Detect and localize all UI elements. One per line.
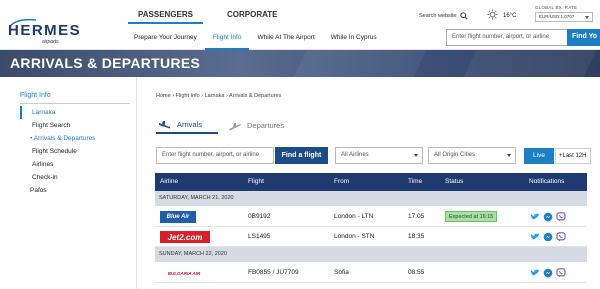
twitter-icon[interactable] (530, 212, 540, 222)
airline-select[interactable]: All Airlines (335, 147, 423, 164)
sun-cloud-icon (487, 9, 498, 20)
table-row[interactable]: Blue Air 0B9192 London - LTN 17:05 Expec… (155, 207, 587, 227)
subnav-cyprus[interactable]: While In Cyprus (323, 29, 385, 50)
col-time: Time (408, 178, 423, 185)
twitter-icon[interactable] (530, 268, 540, 278)
top-bar: HERMES airports PASSENGERS CORPORATE Sea… (0, 0, 600, 50)
last-12h-button[interactable]: +Last 12H (555, 148, 591, 164)
page-title: ARRIVALS & DEPARTURES (10, 55, 201, 71)
tab-arrivals[interactable]: Arrivals (156, 117, 218, 134)
logo-sub: airports (42, 39, 59, 45)
sidebar-item-flight-search[interactable]: Flight Search (20, 119, 130, 132)
search-website-label: Search website (419, 13, 457, 19)
messenger-icon[interactable] (543, 232, 553, 242)
table-header: Airline Flight From Time Status Notifica… (155, 173, 587, 191)
flight-from: Sofia (334, 269, 349, 276)
twitter-icon[interactable] (530, 232, 540, 242)
flight-number: FB0855 / JU7709 (248, 269, 299, 276)
hero-decor (463, 50, 597, 77)
exchange-rate: GLOBAL EX. RATE EUR/USD:1.0707 (535, 5, 595, 22)
nav-passengers[interactable]: PASSENGERS (128, 10, 203, 24)
flight-search-input[interactable]: Enter flight number, airport, or airline (156, 147, 274, 164)
viber-icon[interactable] (556, 232, 566, 242)
sub-nav: Prepare Your Journey Flight Info While A… (126, 29, 385, 50)
tab-arrivals-label: Arrivals (177, 120, 203, 129)
subnav-airport[interactable]: While At The Airport (249, 29, 322, 50)
main-nav: PASSENGERS CORPORATE (128, 10, 302, 24)
sidebar-item-label: Arrivals & Departures (33, 135, 96, 142)
top-find-button[interactable]: Find Yo (567, 29, 600, 46)
hero-decor (293, 50, 427, 77)
sidebar-item-larnaka[interactable]: Larnaka (20, 106, 130, 119)
temperature: 16°C (503, 12, 517, 19)
day-header: SUNDAY, MARCH 22, 2020 (155, 247, 587, 262)
tab-departures-label: Departures (247, 121, 285, 130)
col-airline: Airline (160, 178, 179, 185)
rate-label: GLOBAL EX. RATE (535, 5, 578, 10)
messenger-icon[interactable] (543, 268, 553, 278)
viber-icon[interactable] (556, 268, 566, 278)
airline-logo: Blue Air (160, 211, 196, 223)
rate-select[interactable]: EUR/USD:1.0707 (535, 12, 593, 22)
viber-icon[interactable] (556, 212, 566, 222)
sidebar-item-check-in[interactable]: Check-in (20, 171, 130, 184)
notifications (530, 268, 568, 278)
nav-corporate[interactable]: CORPORATE (217, 10, 288, 24)
col-flight: Flight (248, 178, 264, 185)
table-row[interactable]: Jet2.com LS1495 London - STN 18:35 (155, 227, 587, 247)
airline-logo: BULGARIA AIR (160, 267, 208, 279)
origin-city-select[interactable]: All Origin Cities (428, 147, 516, 164)
airline-logo: Jet2.com (160, 231, 210, 243)
flight-time: 17:05 (408, 213, 425, 220)
messenger-icon[interactable] (543, 212, 553, 222)
search-website-link[interactable]: Search website (419, 12, 468, 20)
flight-time: 18:35 (408, 233, 425, 240)
direction-tabs: Arrivals Departures (156, 117, 316, 135)
col-status: Status (445, 178, 464, 185)
sidebar-item-arrivals-departures[interactable]: • Arrivals & Departures (20, 132, 130, 145)
status-badge: Expected at 16:15 (445, 211, 498, 222)
flight-from: London - LTN (334, 213, 374, 220)
plane-landing-icon (159, 120, 170, 128)
subnav-prepare[interactable]: Prepare Your Journey (126, 29, 205, 50)
top-flight-search-input[interactable]: Enter flight number, airport, or airline (446, 29, 568, 46)
weather-widget: 16°C (487, 9, 516, 22)
search-icon (459, 12, 468, 20)
notifications (530, 232, 568, 242)
tab-departures[interactable]: Departures (228, 117, 284, 134)
col-notifications: Notifications (529, 178, 565, 185)
sidebar-item-airlines[interactable]: Airlines (20, 158, 130, 171)
sidebar-title[interactable]: Flight Info (20, 92, 130, 104)
notifications (530, 212, 568, 222)
sidebar: Flight Info Larnaka Flight Search • Arri… (20, 92, 130, 197)
flight-from: London - STN (334, 233, 375, 240)
day-header: SATURDAY, MARCH 21, 2020 (155, 191, 587, 206)
breadcrumb[interactable]: Home › Flight Info › Larnaka › Arrivals … (156, 93, 281, 99)
divider (136, 77, 137, 289)
table-row[interactable]: BULGARIA AIR FB0855 / JU7709 Sofia 08:55 (155, 263, 587, 283)
subnav-flight-info[interactable]: Flight Info (204, 29, 250, 50)
logo-name: HERMES (8, 22, 82, 39)
sidebar-item-flight-schedule[interactable]: Flight Schedule (20, 145, 130, 158)
hero-banner: ARRIVALS & DEPARTURES (0, 50, 600, 77)
live-button[interactable]: Live (524, 148, 554, 164)
hermes-logo[interactable]: HERMES airports (8, 18, 80, 45)
flight-number: 0B9192 (248, 213, 271, 220)
find-flight-button[interactable]: Find a flight (275, 147, 328, 164)
sidebar-item-pafos[interactable]: Pafos (20, 184, 130, 197)
flight-number: LS1495 (248, 233, 271, 240)
flight-time: 08:55 (408, 269, 425, 276)
col-from: From (334, 178, 350, 185)
plane-takeoff-icon (229, 122, 241, 130)
